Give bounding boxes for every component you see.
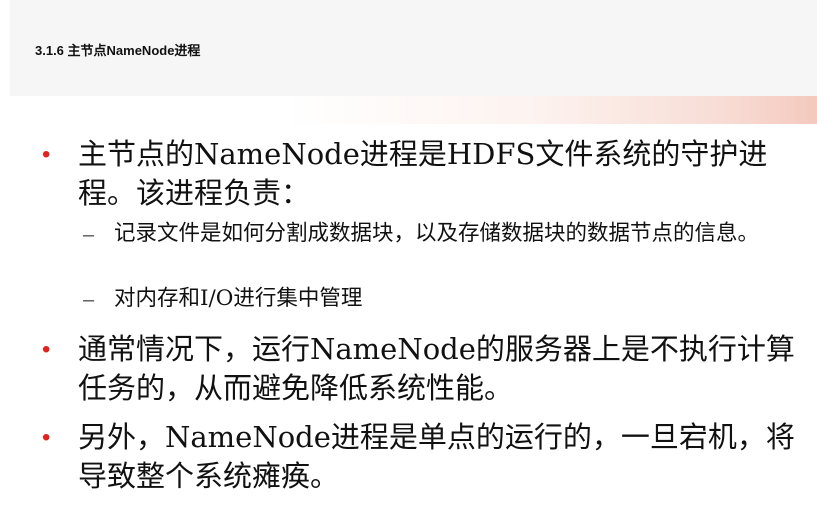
- sub-bullet-2-marker: –: [83, 289, 95, 311]
- slide-body: • 主节点的NameNode进程是HDFS文件系统的守护进程。该进程负责： – …: [0, 0, 817, 524]
- bullet-1-marker: •: [42, 141, 51, 168]
- bullet-2-marker: •: [42, 336, 51, 363]
- bullet-3-text: 另外，NameNode进程是单点的运行的，一旦宕机，将导致整个系统瘫痪。: [78, 420, 795, 493]
- sub-bullet-2-text: 对内存和I/O进行集中管理: [114, 286, 363, 311]
- bullet-2-text: 通常情况下，运行NameNode的服务器上是不执行计算任务的，从而避免降低系统性…: [78, 332, 795, 405]
- sub-bullet-1-text: 记录文件是如何分割成数据块，以及存储数据块的数据节点的信息。: [114, 221, 760, 246]
- bullet-3-marker: •: [42, 424, 51, 451]
- slide: 3.1.6 主节点NameNode进程 • 主节点的NameNode进程是HDF…: [0, 0, 817, 524]
- bullet-1-text: 主节点的NameNode进程是HDFS文件系统的守护进程。该进程负责：: [78, 137, 768, 210]
- sub-bullet-1-marker: –: [83, 224, 95, 246]
